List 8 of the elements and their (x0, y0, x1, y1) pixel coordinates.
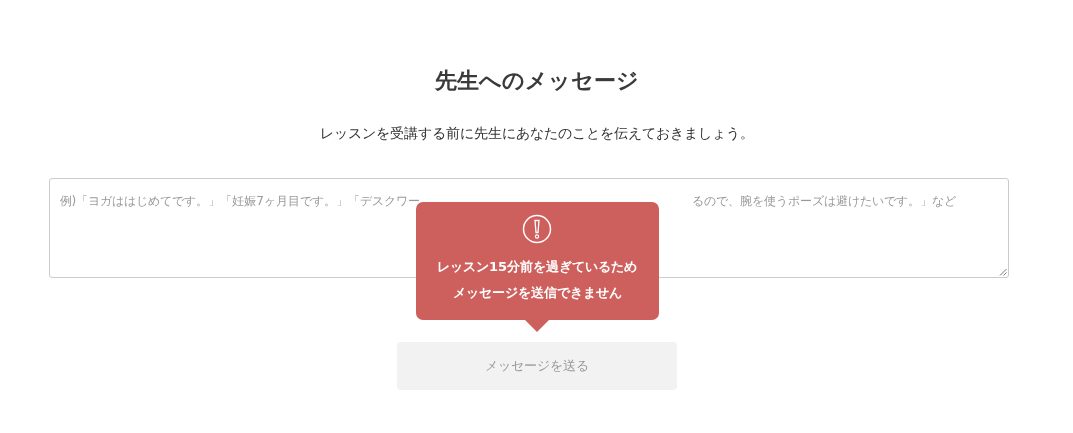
placeholder-text: るので、腕を使うポーズは避けたいです。」など (691, 193, 956, 209)
description-text: レッスンを受講する前に先生にあなたのことを伝えておきましょう。 (319, 124, 754, 143)
warning-text: レッスン15分前を過ぎているため (436, 258, 638, 276)
warning-text: メッセージを送信できません (452, 284, 622, 302)
page-title: 先生へのメッセージ (434, 67, 639, 95)
resize-handle-icon[interactable] (998, 268, 1007, 276)
placeholder-text: 例)「ヨガははじめてです。」「妊娠7ヶ月目です。」「デスクワー (59, 193, 420, 209)
exclamation-icon (522, 214, 552, 244)
